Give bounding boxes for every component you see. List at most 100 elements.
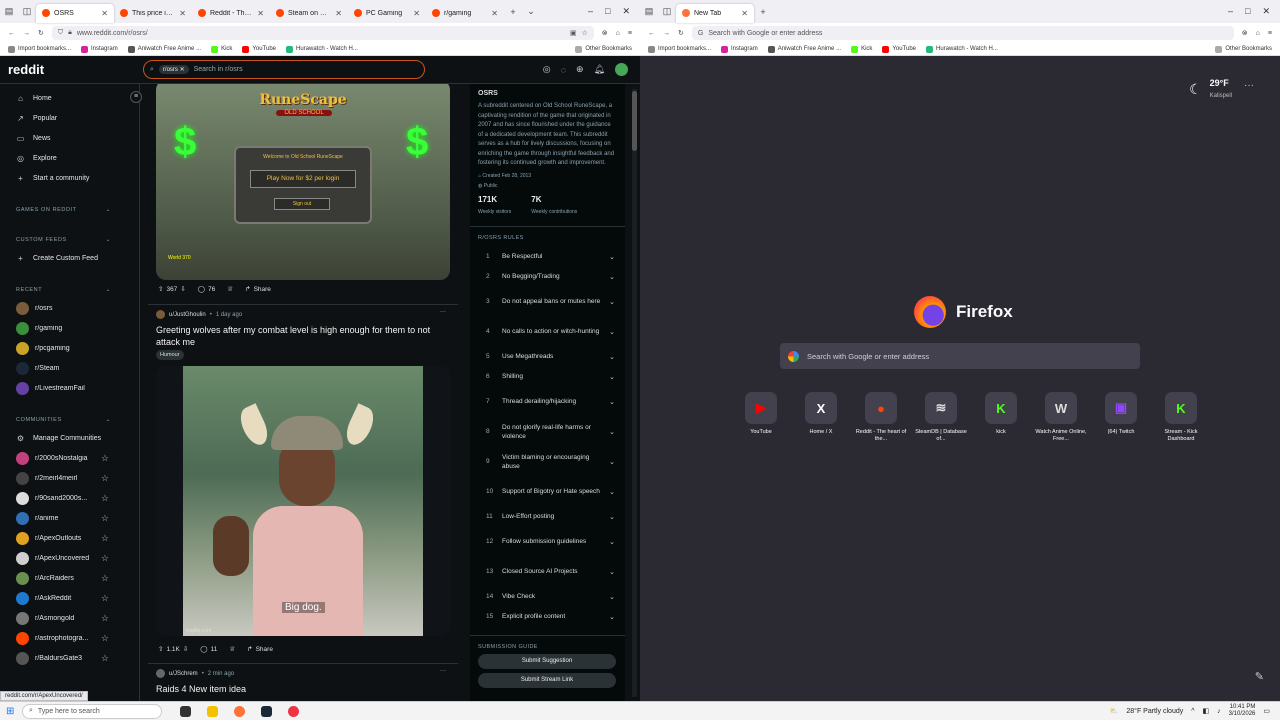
pocket-icon[interactable]: ⌂ [616, 30, 620, 37]
community-item[interactable]: r/osrs [16, 298, 139, 318]
section-recent[interactable]: RECENT ⌄ [16, 282, 139, 298]
post-title[interactable]: Greeting wolves after my combat level is… [156, 324, 451, 348]
top-site-tile[interactable]: X Home / X [791, 392, 851, 443]
search-input[interactable]: Search with Google or enter address [780, 343, 1140, 369]
top-site-tile[interactable]: ▶ YouTube [731, 392, 791, 443]
post-image-osrs[interactable]: RuneScape OLD SCHOOL $ $ Welcome to Old … [156, 84, 450, 280]
rule-item[interactable]: 10 Support of Bigotry or Hate speech ⌄ [478, 477, 617, 507]
chevron-down-icon[interactable]: ⌄ [609, 458, 615, 466]
menu-icon[interactable]: ≡ [1268, 30, 1272, 37]
chevron-down-icon[interactable]: ⌄ [609, 613, 615, 621]
star-icon[interactable]: ☆ [101, 453, 109, 464]
tab-5[interactable]: r/gaming ✕ [426, 4, 504, 23]
share-button[interactable]: ↱ Share [247, 645, 273, 654]
bookmark-item[interactable]: Aniwatch Free Anime ... [767, 45, 841, 53]
section-games[interactable]: GAMES ON REDDIT ⌄ [16, 202, 139, 218]
community-item[interactable]: r/Asmongold ☆ [16, 608, 139, 628]
post-title[interactable]: Raids 4 New item idea [156, 683, 451, 695]
steam-taskbar-icon[interactable] [261, 705, 272, 717]
tab-1[interactable]: This price increase✕ [114, 4, 192, 23]
chevron-down-icon[interactable]: ⌄ [609, 253, 615, 261]
sidebar-item-start-community[interactable]: + Start a community [16, 168, 139, 188]
top-site-tile[interactable]: Kkick [971, 392, 1031, 443]
star-icon[interactable]: ☆ [101, 573, 109, 584]
new-tab-icon[interactable]: + [754, 7, 772, 17]
post-author[interactable]: u/JSchrem [169, 671, 198, 677]
app-taskbar-icon[interactable] [288, 705, 299, 717]
other-bookmarks[interactable]: Other Bookmarks [575, 45, 632, 53]
tab-4[interactable]: PC Gaming ✕ [348, 4, 426, 23]
community-item[interactable]: r/AskReddit ☆ [16, 588, 139, 608]
rule-item[interactable]: 2 No Begging/Trading ⌄ [478, 267, 617, 287]
star-icon[interactable]: ☆ [101, 473, 109, 484]
new-tab-icon[interactable]: + [504, 7, 522, 17]
bookmark-item[interactable]: Kick [851, 45, 872, 53]
bookmark-item[interactable]: Hurawatch - Watch H... [926, 45, 998, 53]
chevron-down-icon[interactable]: ⌄ [609, 568, 615, 576]
community-item[interactable]: r/ArcRaiders ☆ [16, 568, 139, 588]
rule-item[interactable]: 6 Shilling ⌄ [478, 367, 617, 387]
bookmark-item[interactable]: YouTube [882, 45, 916, 53]
advertise-icon[interactable]: ◎ [543, 64, 551, 75]
taskbar-weather[interactable]: 28°F Partly cloudy [1126, 708, 1183, 715]
community-item[interactable]: r/Steam [16, 358, 139, 378]
reload-icon[interactable]: ↻ [678, 29, 684, 37]
rule-item[interactable]: 3 Do not appeal bans or mutes here ⌄ [478, 287, 617, 317]
bookmark-item[interactable]: Instagram [81, 45, 118, 53]
reload-icon[interactable]: ↻ [38, 29, 44, 37]
weather-icon[interactable]: ⛅ [1110, 707, 1119, 715]
rule-item[interactable]: 8 Do not glorify real-life harms or viole… [478, 417, 617, 447]
menu-icon[interactable]: ≡ [628, 30, 632, 37]
close-icon[interactable]: ✕ [622, 6, 630, 17]
chat-icon[interactable]: ◌ [561, 65, 566, 75]
weather-widget[interactable]: ☾ 29°F Kalispell [1189, 78, 1232, 100]
scrollbar[interactable] [632, 89, 637, 697]
taskbar-search[interactable]: ⌕ Type here to search [22, 703, 162, 719]
community-item[interactable]: r/2meirl4meirl ☆ [16, 468, 139, 488]
sidebar-item-explore[interactable]: ◎ Explore [16, 148, 139, 168]
notifications-icon[interactable]: 🔔︎ [594, 64, 605, 75]
sidebar-item-news[interactable]: ▭ News [16, 128, 139, 148]
chevron-down-icon[interactable]: ⌄ [609, 373, 615, 381]
star-icon[interactable]: ☆ [101, 553, 109, 564]
share-button[interactable]: ↱ Share [245, 285, 271, 294]
close-icon[interactable]: ✕ [1262, 6, 1270, 17]
community-item[interactable]: r/ApexOutlouts ☆ [16, 528, 139, 548]
minimize-icon[interactable]: – [588, 6, 593, 17]
collapse-sidebar-icon[interactable]: ≡ [130, 91, 142, 103]
windows-start-icon[interactable]: ⊞ [6, 706, 14, 717]
star-icon[interactable]: ☆ [101, 533, 109, 544]
tab-list-icon[interactable]: ▤ [0, 6, 18, 17]
comments-button[interactable]: ◯ 76 [198, 285, 216, 294]
more-options-icon[interactable]: ··· [440, 309, 446, 315]
close-icon[interactable]: ✕ [257, 9, 264, 18]
section-communities[interactable]: COMMUNITIES ⌄ [16, 412, 139, 428]
rule-item[interactable]: 7 Thread derailing/hijacking ⌄ [478, 387, 617, 417]
notification-icon[interactable]: ▭ [1263, 707, 1270, 715]
clock[interactable]: 10:41 PM 3/10/2026 [1229, 704, 1256, 718]
chevron-down-icon[interactable]: ⌄ [609, 593, 615, 601]
network-icon[interactable]: ◧ [1203, 707, 1210, 715]
customize-pencil-icon[interactable]: ✎ [1255, 670, 1264, 683]
close-icon[interactable]: ✕ [335, 9, 342, 18]
sidebar-item-popular[interactable]: ↗ Popular [16, 108, 139, 128]
minimize-icon[interactable]: – [1228, 6, 1233, 17]
back-icon[interactable]: ← [8, 30, 15, 37]
chevron-down-icon[interactable]: ⌄ [609, 298, 615, 306]
vote-buttons[interactable]: ⇧ 367 ⇩ [158, 285, 186, 294]
bookmark-item[interactable]: Import bookmarks... [8, 45, 71, 53]
chevron-down-icon[interactable]: ⌄ [609, 513, 615, 521]
vote-buttons[interactable]: ⇧ 1.1K ⇩ [158, 645, 188, 654]
firefox-taskbar-icon[interactable] [234, 705, 245, 717]
community-item[interactable]: r/ApexUncovered ☆ [16, 548, 139, 568]
create-custom-feed[interactable]: + Create Custom Feed [16, 248, 139, 268]
community-item[interactable]: r/LivestreamFail [16, 378, 139, 398]
chevron-down-icon[interactable]: ⌄ [609, 398, 615, 406]
community-item[interactable]: r/astrophotogra... ☆ [16, 628, 139, 648]
close-icon[interactable]: ✕ [491, 9, 498, 18]
sidebar-icon[interactable]: ◫ [658, 6, 676, 17]
community-item[interactable]: r/gaming [16, 318, 139, 338]
bookmark-item[interactable]: Instagram [721, 45, 758, 53]
manage-communities[interactable]: ⚙ Manage Communities [16, 428, 139, 448]
tab-3[interactable]: Steam on Reddit ✕ [270, 4, 348, 23]
